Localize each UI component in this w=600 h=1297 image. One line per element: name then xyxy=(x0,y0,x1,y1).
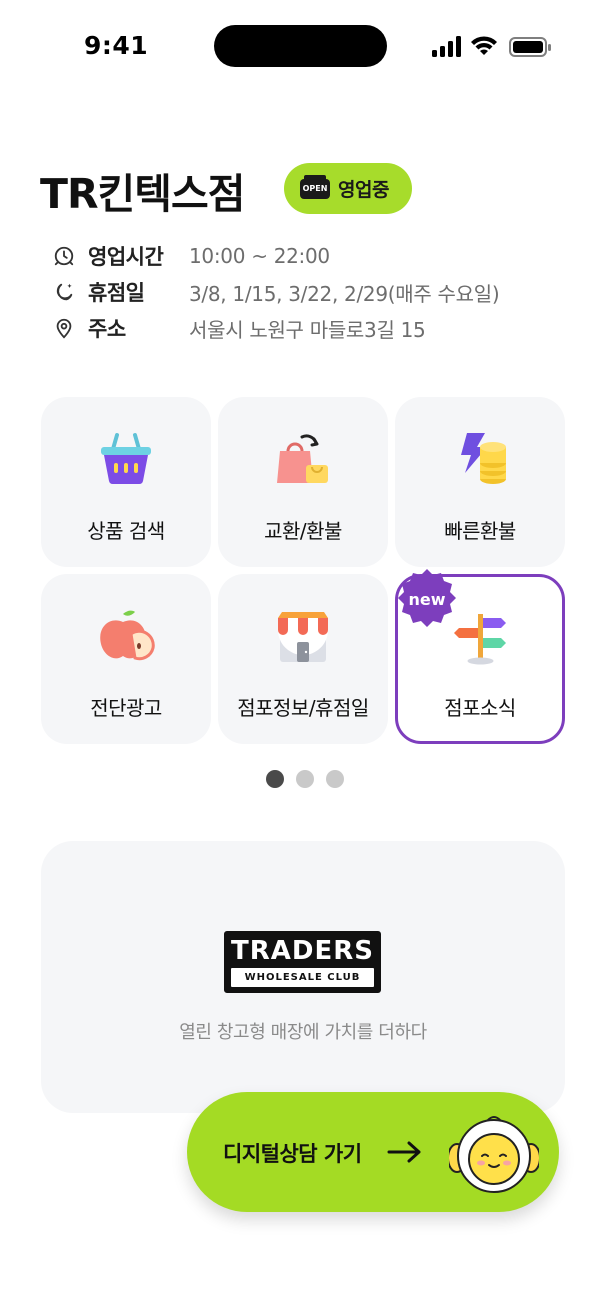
info-label: 주소 xyxy=(88,317,126,341)
status-bar: 9:41 xyxy=(0,0,600,94)
menu-tile-exchange-refund[interactable]: 교환/환불 xyxy=(218,397,388,567)
info-value: 서울시 노원구 마들로3길 15 xyxy=(189,317,426,342)
dynamic-island xyxy=(214,25,387,67)
arrow-right-icon xyxy=(387,1141,421,1163)
new-badge-label: new xyxy=(408,590,445,609)
status-time: 9:41 xyxy=(84,31,149,60)
open-status-badge: OPEN 영업중 xyxy=(284,163,412,214)
info-value: 3/8, 1/15, 3/22, 2/29(매주 수요일) xyxy=(189,281,500,306)
traders-logo: TRADERS WHOLESALE CLUB xyxy=(224,931,381,993)
menu-tile-flyer[interactable]: 전단광고 xyxy=(41,574,211,744)
location-pin-icon xyxy=(52,316,76,340)
info-row-hours: 영업시간 10:00 ~ 22:00 xyxy=(52,238,499,274)
apple-icon xyxy=(100,610,155,661)
info-value: 10:00 ~ 22:00 xyxy=(189,244,330,268)
cellular-signal-icon xyxy=(432,36,461,57)
banner-tagline: 열린 창고형 매장에 가치를 더하다 xyxy=(179,1022,427,1043)
clock-icon xyxy=(52,244,76,268)
store-name: TR킨텍스점 xyxy=(40,170,245,218)
page-dot[interactable] xyxy=(296,770,314,788)
tile-label: 점포정보/휴점일 xyxy=(237,696,369,720)
tile-label: 상품 검색 xyxy=(87,519,165,543)
tile-label: 점포소식 xyxy=(444,696,516,720)
battery-icon xyxy=(509,37,551,57)
info-label: 휴점일 xyxy=(88,281,145,305)
page-indicator xyxy=(266,770,344,788)
page-dot-active[interactable] xyxy=(266,770,284,788)
tile-label: 빠른환불 xyxy=(444,519,516,543)
moon-icon xyxy=(52,280,76,304)
page-dot[interactable] xyxy=(326,770,344,788)
info-row-address: 주소 서울시 노원구 마들로3길 15 xyxy=(52,310,499,346)
tile-label: 교환/환불 xyxy=(264,519,342,543)
cta-label: 디지털상담 가기 xyxy=(223,1142,362,1166)
wifi-icon xyxy=(471,36,497,55)
shopping-basket-icon xyxy=(101,433,151,485)
shopping-bag-exchange-icon xyxy=(277,434,328,483)
menu-tile-product-search[interactable]: 상품 검색 xyxy=(41,397,211,567)
menu-tile-store-info[interactable]: 점포정보/휴점일 xyxy=(218,574,388,744)
status-icons xyxy=(432,36,551,57)
mascot-icon xyxy=(449,1116,539,1193)
logo-sub-text: WHOLESALE CLUB xyxy=(231,968,374,987)
new-badge: new xyxy=(398,569,456,627)
open-sign-icon: OPEN xyxy=(300,174,330,199)
tile-label: 전단광고 xyxy=(90,696,162,720)
info-row-holiday: 휴점일 3/8, 1/15, 3/22, 2/29(매주 수요일) xyxy=(52,274,500,310)
lightning-coins-icon xyxy=(461,433,506,484)
digital-consult-button[interactable]: 디지털상담 가기 xyxy=(187,1092,559,1212)
logo-main-text: TRADERS xyxy=(231,936,374,966)
menu-tile-quick-refund[interactable]: 빠른환불 xyxy=(395,397,565,567)
promo-banner[interactable]: TRADERS WHOLESALE CLUB 열린 창고형 매장에 가치를 더하… xyxy=(41,841,565,1113)
store-info-list: 영업시간 10:00 ~ 22:00 휴점일 3/8, 1/15, 3/22, … xyxy=(52,238,500,346)
info-label: 영업시간 xyxy=(88,245,164,269)
open-status-label: 영업중 xyxy=(338,179,389,201)
storefront-icon xyxy=(278,612,328,662)
